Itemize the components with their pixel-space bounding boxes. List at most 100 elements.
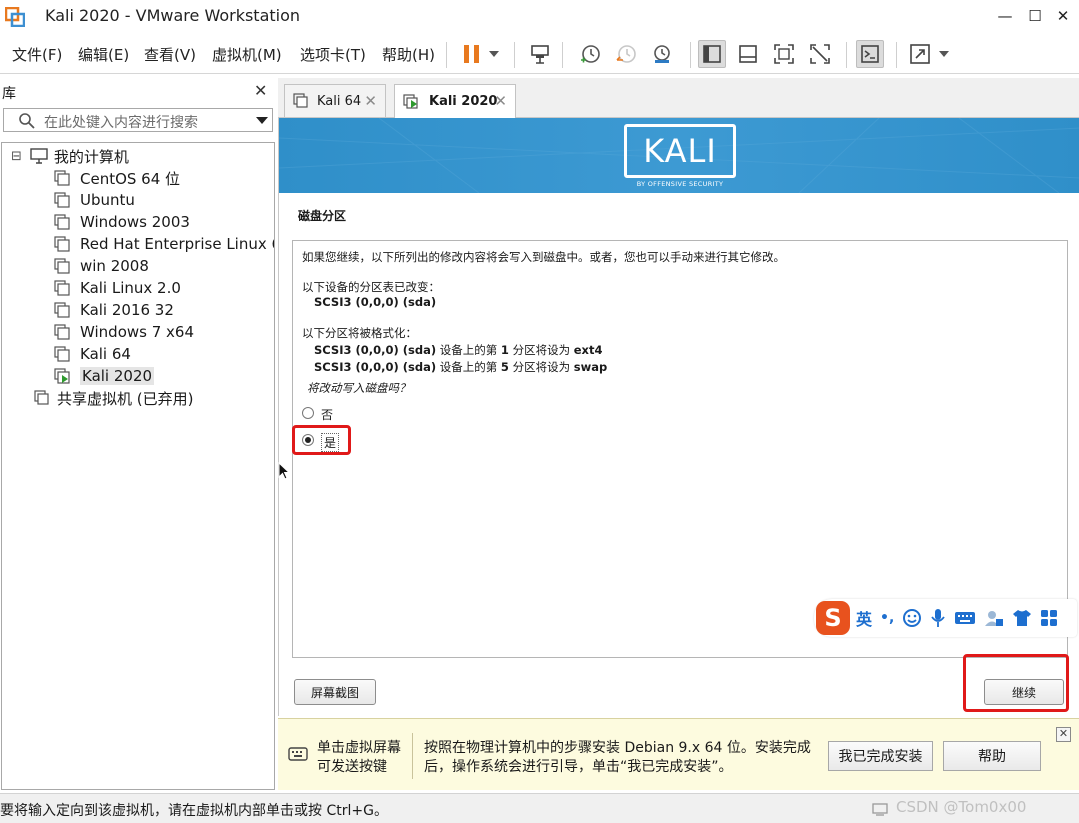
status-bar: 要将输入定向到该虚拟机，请在虚拟机内部单击或按 Ctrl+G。 CSDN @To… (0, 793, 1079, 823)
changed-heading: 以下设备的分区表已改变： (302, 280, 440, 294)
pause-button[interactable] (458, 40, 486, 68)
device-name: SCSI3 (0,0,0) (sda) (314, 360, 437, 374)
keyboard-icon (288, 747, 308, 761)
emoji-icon[interactable] (902, 608, 922, 628)
stretch-dropdown[interactable] (934, 40, 954, 68)
status-message: 要将输入定向到该虚拟机，请在虚拟机内部单击或按 Ctrl+G。 (0, 803, 388, 819)
toolbox-icon[interactable] (1040, 609, 1058, 627)
vm-icon (54, 235, 70, 252)
installation-complete-button[interactable]: 我已完成安装 (828, 741, 933, 771)
snapshot-manager-button[interactable] (648, 40, 676, 68)
tree-vm-item[interactable]: Kali 2016 32 (54, 299, 174, 321)
close-tab-icon[interactable]: ✕ (494, 92, 507, 110)
vm-icon (54, 191, 70, 208)
window-title: Kali 2020 - VMware Workstation (45, 6, 301, 25)
vm-icon (54, 323, 70, 340)
intro-text: 如果您继续，以下所列出的修改内容将会写入到磁盘中。或者，您也可以手动来进行其它修… (302, 250, 785, 264)
close-tab-icon[interactable]: ✕ (364, 92, 377, 110)
revert-snapshot-button[interactable] (612, 40, 640, 68)
ime-mode[interactable]: 英 (856, 606, 872, 630)
keyboard-icon[interactable] (954, 610, 976, 626)
search-icon (19, 113, 35, 129)
close-window-button[interactable]: ✕ (1048, 5, 1078, 27)
user-icon[interactable] (984, 608, 1004, 628)
format-text: 分区将设为 (508, 360, 574, 374)
dropdown-icon (939, 51, 949, 57)
format-heading: 以下分区将被格式化： (302, 326, 417, 340)
toolbar-separator (446, 42, 447, 68)
tree-vm-item[interactable]: CentOS 64 位 (54, 167, 180, 189)
device-name: SCSI3 (0,0,0) (sda) (314, 343, 437, 357)
format-text: 分区将设为 (508, 343, 574, 357)
snapshot-manager-icon (654, 45, 670, 63)
tree-label: CentOS 64 位 (80, 169, 181, 188)
menu-tabs[interactable]: 选项卡(T) (300, 44, 366, 65)
send-ctrl-alt-del-button[interactable] (526, 40, 554, 68)
console-view-button[interactable] (856, 40, 884, 68)
ime-toolbar[interactable]: S 英 •, (814, 599, 1077, 637)
partition-number: 1 (500, 343, 509, 357)
tree-label: Kali 2016 32 (80, 301, 174, 319)
tab-label: Kali 64 (317, 93, 362, 109)
menu-edit[interactable]: 编辑(E) (78, 44, 129, 65)
tree-vm-item[interactable]: Kali Linux 2.0 (54, 277, 181, 299)
tree-my-computer[interactable]: ⊟ 我的计算机 (11, 145, 129, 167)
dropdown-icon (489, 51, 499, 57)
tree-vm-item[interactable]: Kali 2020 (54, 365, 155, 387)
tree-vm-item[interactable]: Windows 7 x64 (54, 321, 194, 343)
take-snapshot-button[interactable] (576, 40, 604, 68)
collapse-icon[interactable]: ⊟ (11, 149, 22, 164)
thumbnail-bar-button[interactable] (734, 40, 762, 68)
title-bar: Kali 2020 - VMware Workstation — ☐ ✕ (0, 0, 1079, 34)
step-title: 磁盘分区 (298, 209, 347, 223)
shared-vm-icon (34, 390, 49, 405)
revert-snapshot-icon (616, 45, 636, 63)
menu-view[interactable]: 查看(V) (144, 44, 196, 65)
tree-vm-item[interactable]: Red Hat Enterprise Linux 6 (54, 233, 274, 255)
vm-icon (54, 345, 70, 362)
tree-vm-item[interactable]: Windows 2003 (54, 211, 190, 233)
library-view-icon (703, 45, 721, 63)
library-title: 库 (2, 86, 16, 102)
help-button[interactable]: 帮助 (943, 741, 1041, 771)
mouse-cursor-icon (278, 462, 290, 480)
toolbar-separator (896, 42, 897, 68)
voice-icon[interactable] (930, 608, 946, 628)
skin-icon[interactable] (1012, 609, 1032, 627)
minimize-button[interactable]: — (990, 5, 1020, 27)
radio-no-label[interactable]: 否 (321, 406, 333, 423)
radio-no[interactable] (302, 407, 314, 419)
tree-vm-item[interactable]: win 2008 (54, 255, 149, 277)
full-screen-button[interactable] (770, 40, 798, 68)
menu-file[interactable]: 文件(F) (12, 44, 62, 65)
install-hint-bar: 单击虚拟屏幕 可发送按键 按照在物理计算机中的步骤安装 Debian 9.x 6… (278, 718, 1079, 790)
install-instructions: 按照在物理计算机中的步骤安装 Debian 9.x 64 位。安装完成后，操作系… (424, 740, 811, 775)
vmware-window: Kali 2020 - VMware Workstation — ☐ ✕ 文件(… (0, 0, 1079, 823)
tree-shared-vms[interactable]: 共享虚拟机 (已弃用) (34, 387, 193, 409)
stretch-guest-button[interactable] (906, 40, 934, 68)
hint-divider (412, 733, 413, 779)
menu-help[interactable]: 帮助(H) (382, 44, 435, 65)
ime-punct[interactable]: •, (880, 610, 894, 626)
unity-button[interactable] (806, 40, 834, 68)
tab-kali-64[interactable]: Kali 64 ✕ (284, 84, 386, 117)
running-vm-icon (403, 93, 418, 109)
tree-vm-item[interactable]: Kali 64 (54, 343, 131, 365)
library-search-input[interactable]: 在此处键入内容进行搜索 (3, 108, 273, 132)
close-hint-button[interactable]: ✕ (1056, 727, 1071, 742)
tab-kali-2020[interactable]: Kali 2020 ✕ (394, 84, 516, 118)
click-to-send-keys-hint[interactable]: 单击虚拟屏幕 可发送按键 (317, 739, 401, 777)
maximize-button[interactable]: ☐ (1020, 5, 1050, 27)
show-library-button[interactable] (698, 40, 726, 68)
power-dropdown[interactable] (484, 40, 504, 68)
console-icon (861, 45, 879, 63)
search-dropdown-icon[interactable] (256, 117, 268, 124)
sogou-logo[interactable]: S (816, 601, 850, 635)
close-library-button[interactable]: ✕ (254, 81, 267, 100)
library-tree: ⊟ 我的计算机 CentOS 64 位 Ubuntu Windows 2003 Red… (1, 142, 275, 790)
tree-vm-item[interactable]: Ubuntu (54, 189, 135, 211)
vm-console[interactable]: KALI BY OFFENSIVE SECURITY 磁盘分区 如果您继续，以下… (278, 118, 1079, 716)
menu-vm[interactable]: 虚拟机(M) (212, 44, 282, 65)
screenshot-button[interactable]: 屏幕截图 (294, 679, 376, 705)
network-status-icon (872, 803, 888, 816)
